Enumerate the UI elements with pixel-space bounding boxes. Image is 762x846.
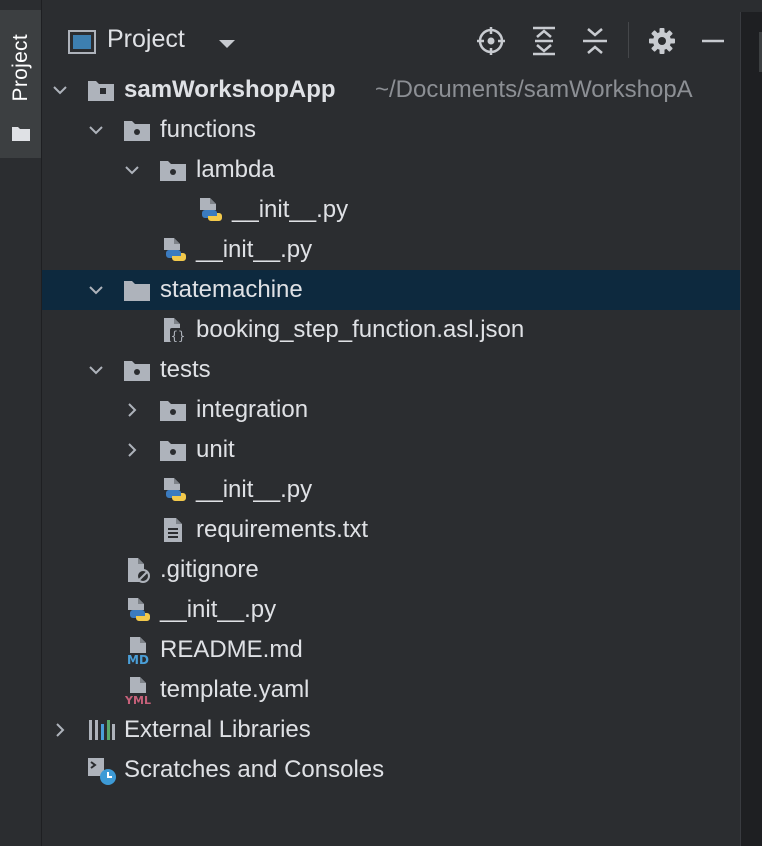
tree-node-template[interactable]: YML template.yaml: [42, 670, 740, 710]
tree-node-label: statemachine: [160, 276, 303, 303]
scratches-icon: [86, 756, 116, 785]
tree-node-gitignore[interactable]: .gitignore: [42, 550, 740, 590]
python-file-icon: [124, 596, 154, 624]
tree-node-root[interactable]: samWorkshopApp ~/Documents/samWorkshopA: [42, 70, 740, 110]
tree-node-label: requirements.txt: [196, 516, 369, 543]
tree-node-root-init[interactable]: __init__.py: [42, 590, 740, 630]
ignore-file-icon: [124, 556, 154, 584]
python-file-icon: [160, 476, 190, 504]
editor-edge: [740, 12, 762, 846]
tree-node-statemachine[interactable]: statemachine: [42, 270, 740, 310]
tree-node-readme[interactable]: MD README.md: [42, 630, 740, 670]
project-panel-header: Project: [42, 10, 740, 68]
project-view-icon: [68, 30, 96, 59]
tree-node-label: lambda: [196, 156, 275, 183]
tree-node-tests-init[interactable]: __init__.py: [42, 470, 740, 510]
md-badge: MD: [127, 653, 149, 666]
tree-node-label: External Libraries: [124, 716, 311, 743]
package-folder-icon: [158, 396, 188, 424]
svg-text:{}: {}: [171, 329, 185, 343]
tree-node-lambda[interactable]: lambda: [42, 150, 740, 190]
json-file-icon: {}: [160, 316, 190, 344]
chevron-down-icon[interactable]: [88, 282, 104, 298]
project-stripe-tab[interactable]: Project: [0, 10, 41, 158]
expand-all-icon[interactable]: [529, 26, 559, 56]
hide-icon[interactable]: [698, 26, 728, 56]
tree-node-scratches[interactable]: Scratches and Consoles: [42, 750, 740, 790]
tree-node-label: samWorkshopApp: [124, 76, 336, 103]
tree-node-label: unit: [196, 436, 235, 463]
collapse-all-icon[interactable]: [580, 26, 610, 56]
chevron-down-icon[interactable]: [52, 82, 68, 98]
chevron-down-icon[interactable]: [88, 122, 104, 138]
tree-node-path: ~/Documents/samWorkshopA: [375, 76, 693, 103]
tree-node-label: __init__.py: [196, 476, 313, 503]
package-folder-icon: [158, 436, 188, 464]
tree-node-external-libraries[interactable]: External Libraries: [42, 710, 740, 750]
markdown-file-icon: MD: [122, 636, 153, 667]
chevron-right-icon[interactable]: [124, 442, 140, 458]
project-view-title[interactable]: Project: [107, 25, 185, 54]
window-top-border: [0, 0, 762, 10]
tree-node-label: booking_step_function.asl.json: [196, 316, 525, 343]
library-icon: [86, 716, 116, 744]
project-stripe-label: Project: [9, 34, 32, 102]
chevron-right-icon[interactable]: [52, 722, 68, 738]
tree-node-label: integration: [196, 396, 309, 423]
tree-node-label: .gitignore: [160, 556, 259, 583]
package-folder-icon: [122, 356, 152, 384]
yml-badge: YML: [124, 694, 151, 706]
tree-node-lambda-init[interactable]: __init__.py: [42, 190, 740, 230]
tree-node-asl-json[interactable]: {} booking_step_function.asl.json: [42, 310, 740, 350]
tree-node-functions[interactable]: functions: [42, 110, 740, 150]
toolbar-separator: [628, 22, 629, 58]
chevron-down-icon[interactable]: [218, 37, 236, 55]
module-folder-icon: [86, 76, 116, 104]
tree-node-requirements[interactable]: requirements.txt: [42, 510, 740, 550]
tree-node-label: template.yaml: [160, 676, 310, 703]
project-panel: Project samWorkshopApp ~/Documents/samWo…: [42, 10, 740, 846]
folder-icon: [122, 276, 152, 304]
folder-icon: [11, 124, 31, 147]
python-file-icon: [196, 196, 226, 224]
tree-node-label: README.md: [160, 636, 303, 663]
tree-node-label: __init__.py: [160, 596, 277, 623]
tree-node-label: functions: [160, 116, 257, 143]
chevron-down-icon[interactable]: [88, 362, 104, 378]
tree-node-label: __init__.py: [232, 196, 349, 223]
text-file-icon: [160, 516, 190, 544]
tool-window-stripe: Project: [0, 0, 42, 846]
tree-node-functions-init[interactable]: __init__.py: [42, 230, 740, 270]
locate-icon[interactable]: [476, 26, 506, 56]
chevron-right-icon[interactable]: [124, 402, 140, 418]
tree-node-unit[interactable]: unit: [42, 430, 740, 470]
package-folder-icon: [158, 156, 188, 184]
tree-node-label: tests: [160, 356, 211, 383]
yaml-file-icon: YML: [122, 676, 153, 707]
gear-icon[interactable]: [647, 26, 677, 56]
tree-node-label: __init__.py: [196, 236, 313, 263]
package-folder-icon: [122, 116, 152, 144]
python-file-icon: [160, 236, 190, 264]
tree-node-label: Scratches and Consoles: [124, 756, 385, 783]
chevron-down-icon[interactable]: [124, 162, 140, 178]
tree-node-integration[interactable]: integration: [42, 390, 740, 430]
tree-node-tests[interactable]: tests: [42, 350, 740, 390]
